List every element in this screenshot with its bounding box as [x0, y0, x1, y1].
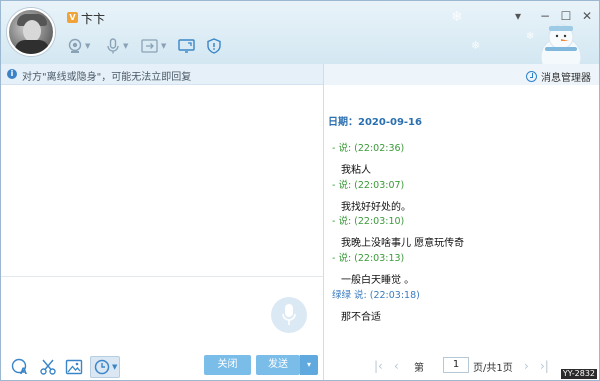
snowflake-decoration: ❄	[471, 39, 481, 52]
send-image-button[interactable]	[65, 358, 83, 376]
snowflake-decoration: ❄	[451, 9, 463, 25]
message-manager-label: 消息管理器	[541, 73, 591, 84]
transfer-file-icon	[141, 39, 158, 53]
page-number-input[interactable]: 1	[443, 357, 469, 373]
prev-page-icon[interactable]: ‹	[394, 359, 399, 373]
image-icon	[65, 359, 83, 375]
message-text: 我找好好处的。	[341, 202, 411, 213]
close-button[interactable]: 关闭	[204, 355, 251, 375]
screen-share-icon	[178, 39, 195, 53]
chevron-down-icon: ▼	[85, 42, 91, 50]
message-item: - 说: (22:02:36) 我粘人	[332, 140, 404, 176]
chevron-down-icon: ▼	[112, 363, 118, 371]
compose-pane: i 对方"离线或隐身"，可能无法立即回复 A ▼ 关闭 发送 ▾	[1, 64, 323, 380]
send-options-button[interactable]: ▾	[300, 355, 318, 375]
chevron-down-icon: ▼	[161, 42, 167, 50]
voice-input-icon	[282, 304, 296, 325]
video-call-button[interactable]: ▼	[67, 37, 90, 55]
history-clock-icon	[94, 359, 110, 375]
message-item: - 说: (22:03:13) 一般白天睡觉 。	[332, 250, 414, 286]
scissors-icon	[40, 359, 56, 375]
message-sender: - 说: (22:03:07)	[332, 180, 405, 191]
message-sender: - 说: (22:02:36)	[332, 143, 405, 154]
message-item: - 说: (22:03:07) 我找好好处的。	[332, 177, 411, 213]
message-sender: - 说: (22:03:13)	[332, 253, 405, 264]
history-date: 日期：2020-09-16	[328, 117, 422, 128]
voice-input-button[interactable]	[271, 297, 307, 333]
message-sender: 绿绿 说: (22:03:18)	[332, 290, 420, 301]
message-item: - 说: (22:03:10) 我晚上没啥事儿 愿意玩传奇	[332, 213, 464, 249]
chat-header: ❄ ❄ ❄ V 卞卞 ▼ ▼ ▼ ▾ − ☐ ✕	[1, 1, 599, 67]
font-style-button[interactable]: A	[11, 358, 29, 377]
history-pager: |‹ ‹ 第 1 页/共1页 › ›|	[324, 356, 599, 376]
voice-call-button[interactable]: ▼	[105, 37, 128, 55]
screen-share-button[interactable]	[178, 37, 195, 55]
page-prefix: 第	[414, 363, 424, 374]
window-menu-button[interactable]: ▾	[511, 9, 525, 23]
svg-text:A: A	[20, 367, 27, 376]
message-sender: - 说: (22:03:10)	[332, 216, 405, 227]
message-text: 我粘人	[341, 165, 371, 176]
message-item: 绿绿 说: (22:03:18) 那不合适	[332, 287, 420, 323]
message-manager-clock-icon	[526, 71, 537, 82]
offline-notice: i 对方"离线或隐身"，可能无法立即回复	[1, 64, 323, 85]
compose-divider	[1, 276, 323, 277]
screenshot-button[interactable]	[39, 358, 57, 376]
watermark: YY-2832	[560, 369, 597, 379]
microphone-icon	[107, 38, 119, 54]
info-icon: i	[7, 69, 17, 79]
transfer-file-button[interactable]: ▼	[141, 37, 166, 55]
camera-icon	[68, 38, 82, 53]
last-page-icon[interactable]: ›|	[540, 359, 549, 373]
contact-nickname[interactable]: 卞卞	[81, 10, 105, 27]
message-text: 我晚上没啥事儿 愿意玩传奇	[341, 238, 465, 249]
send-button[interactable]: 发送	[256, 355, 300, 375]
chevron-down-icon: ▼	[123, 42, 129, 50]
message-text: 那不合适	[341, 312, 381, 323]
message-history-button[interactable]: ▼	[90, 356, 120, 378]
history-pane: 消息管理器 日期：2020-09-16 - 说: (22:02:36) 我粘人 …	[324, 64, 599, 380]
message-text: 一般白天睡觉 。	[341, 275, 415, 286]
offline-notice-text: 对方"离线或隐身"，可能无法立即回复	[22, 72, 192, 83]
security-button[interactable]	[206, 37, 222, 55]
next-page-icon[interactable]: ›	[524, 359, 529, 373]
contact-avatar[interactable]	[7, 8, 55, 56]
shield-icon	[207, 38, 221, 54]
page-suffix: 页/共1页	[473, 363, 513, 374]
history-toolbar: 消息管理器	[324, 64, 599, 85]
snowman-decoration	[540, 24, 582, 67]
vip-badge: V	[67, 12, 78, 23]
font-style-icon: A	[11, 358, 27, 377]
chat-window: ❄ ❄ ❄ V 卞卞 ▼ ▼ ▼ ▾ − ☐ ✕ i 对方"离线或隐身"，可能无…	[0, 0, 600, 381]
message-manager-link[interactable]: 消息管理器	[526, 69, 591, 84]
first-page-icon[interactable]: |‹	[374, 359, 383, 373]
